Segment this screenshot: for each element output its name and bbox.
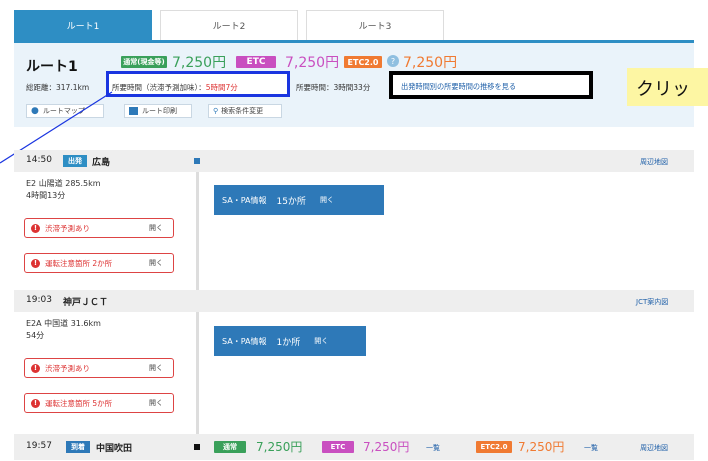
segment2-congestion-warning[interactable]: ! 渋滞予測あり 開く [24, 358, 174, 378]
departure-time: 14:50 [26, 155, 52, 165]
segment1-time: 4時間13分 [26, 191, 66, 200]
sapa-count: 15か所 [276, 196, 306, 207]
alert-icon: ! [31, 223, 40, 233]
warning-label: 運転注意箇所 5か所 [45, 398, 113, 408]
open-label: 開く [149, 399, 163, 407]
jct-row [14, 290, 694, 312]
sapa-label: SA・PA情報 [222, 195, 267, 205]
open-label: 開く [149, 259, 163, 267]
etc2-list-link[interactable]: 一覧 [584, 443, 598, 453]
segment2-time: 54分 [26, 331, 45, 340]
segment1-caution-warning[interactable]: ! 運転注意箇所 2か所 開く [24, 253, 174, 273]
jct-place: 神戸ＪＣＴ [63, 298, 109, 308]
arrival-area-map-link[interactable]: 周辺地図 [640, 443, 668, 453]
segment2-sapa-button[interactable]: SA・PA情報 1か所 開く [214, 326, 366, 356]
open-label: 開く [149, 224, 163, 232]
jct-time: 19:03 [26, 295, 52, 305]
alert-icon: ! [31, 363, 40, 373]
open-label: 開く [149, 364, 163, 372]
timeline-marker-start [194, 158, 200, 164]
arrival-etc-price: 7,250円 [363, 440, 410, 454]
departure-row [14, 150, 694, 172]
etc-list-link[interactable]: 一覧 [426, 443, 440, 453]
segment1-sapa-button[interactable]: SA・PA情報 15か所 開く [214, 185, 384, 215]
arrival-time: 19:57 [26, 441, 52, 451]
sapa-label: SA・PA情報 [222, 336, 267, 346]
sapa-count: 1か所 [276, 337, 301, 348]
warning-label: 渋滞予測あり [45, 223, 90, 233]
departure-area-map-link[interactable]: 周辺地図 [640, 157, 668, 167]
departure-tag: 出発 [63, 155, 87, 167]
arrival-etc2-price: 7,250円 [518, 440, 565, 454]
warning-label: 運転注意箇所 2か所 [45, 258, 113, 268]
segment2-road: E2A 中国道 31.6km [26, 319, 101, 328]
alert-icon: ! [31, 398, 40, 408]
arrival-etc-badge: ETC [322, 441, 354, 453]
jct-guide-link[interactable]: JCT案内図 [636, 297, 668, 307]
segment1-road: E2 山陽道 285.5km [26, 179, 101, 188]
warning-label: 渋滞予測あり [45, 363, 90, 373]
arrival-normal-badge: 通常 [214, 441, 246, 453]
arrival-tag: 到着 [66, 441, 90, 453]
arrival-place: 中国吹田 [96, 444, 133, 454]
departure-place: 広島 [92, 158, 111, 168]
arrival-etc2-badge: ETC2.0 [476, 441, 512, 453]
arrival-normal-price: 7,250円 [256, 440, 303, 454]
segment2-caution-warning[interactable]: ! 運転注意箇所 5か所 開く [24, 393, 174, 413]
sapa-open: 開く [319, 196, 334, 204]
sapa-open: 開く [314, 337, 329, 345]
segment1-congestion-warning[interactable]: ! 渋滞予測あり 開く [24, 218, 174, 238]
timeline-marker-end [194, 444, 200, 450]
alert-icon: ! [31, 258, 40, 268]
